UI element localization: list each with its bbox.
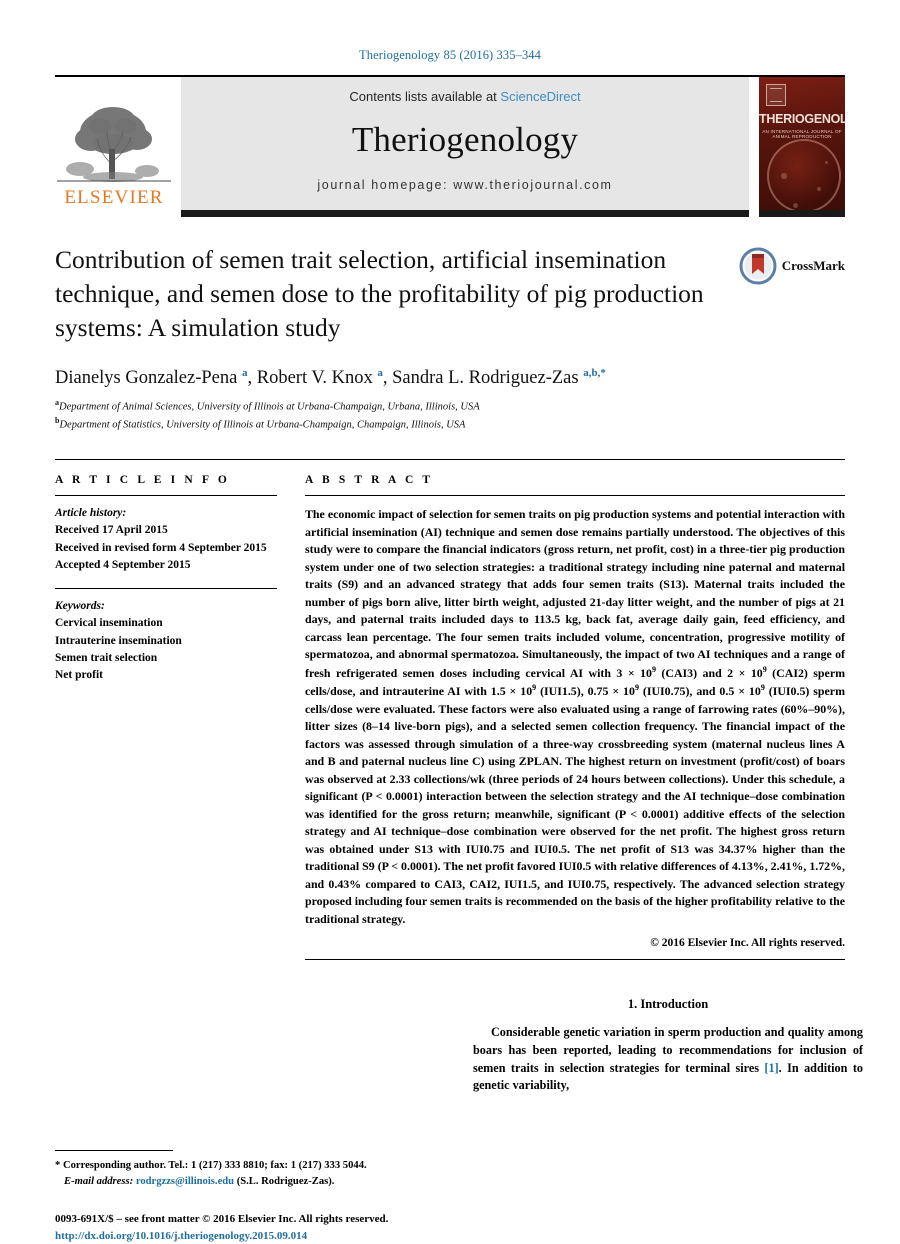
cover-subtitle: AN INTERNATIONAL JOURNAL OF ANIMAL REPRO… xyxy=(759,129,845,139)
elsevier-tree-icon xyxy=(55,99,173,185)
elsevier-logo: ELSEVIER xyxy=(55,77,173,217)
keyword-item: Semen trait selection xyxy=(55,650,277,667)
journal-title: Theriogenology xyxy=(352,120,578,160)
page-title: Contribution of semen trait selection, a… xyxy=(55,243,715,345)
contents-prefix: Contents lists available at xyxy=(349,89,496,104)
running-head: Theriogenology 85 (2016) 335–344 xyxy=(0,0,900,63)
article-history: Article history: Received 17 April 2015 … xyxy=(55,505,277,574)
body-columns: * Corresponding author. Tel.: 1 (217) 33… xyxy=(55,994,845,1244)
cover-badge-icon xyxy=(766,84,786,106)
divider xyxy=(305,959,845,960)
article-history-label: Article history: xyxy=(55,505,277,522)
contents-line: Contents lists available at ScienceDirec… xyxy=(349,89,580,104)
divider xyxy=(305,495,845,496)
corresponding-author-text: * Corresponding author. Tel.: 1 (217) 33… xyxy=(55,1160,367,1171)
journal-cover-thumbnail: THERIOGENOLOGY AN INTERNATIONAL JOURNAL … xyxy=(759,77,845,217)
elsevier-wordmark: ELSEVIER xyxy=(55,187,173,209)
cover-title: THERIOGENOLOGY xyxy=(759,113,845,126)
corresponding-author-note: * Corresponding author. Tel.: 1 (217) 33… xyxy=(55,1158,445,1189)
journal-banner: Contents lists available at ScienceDirec… xyxy=(181,77,749,217)
history-item: Accepted 4 September 2015 xyxy=(55,557,277,574)
article-info-column: A R T I C L E I N F O Article history: R… xyxy=(55,474,277,960)
author-list: Dianelys Gonzalez-Pena a, Robert V. Knox… xyxy=(55,367,845,389)
abstract-column: A B S T R A C T The economic impact of s… xyxy=(305,474,845,960)
history-item: Received 17 April 2015 xyxy=(55,522,277,539)
journal-homepage[interactable]: journal homepage: www.theriojournal.com xyxy=(317,178,612,192)
history-item: Received in revised form 4 September 201… xyxy=(55,540,277,557)
divider xyxy=(55,588,277,589)
crossmark-icon xyxy=(739,247,777,285)
introduction-paragraph: Considerable genetic variation in sperm … xyxy=(473,1024,863,1095)
title-block: Contribution of semen trait selection, a… xyxy=(55,243,845,433)
paper-page: Theriogenology 85 (2016) 335–344 xyxy=(0,0,900,1230)
affiliation-a: aDepartment of Animal Sciences, Universi… xyxy=(55,397,845,415)
affiliation-b: bDepartment of Statistics, University of… xyxy=(55,415,845,433)
issn-line: 0093-691X/$ – see front matter © 2016 El… xyxy=(55,1211,445,1228)
abstract-label: A B S T R A C T xyxy=(305,474,845,486)
divider xyxy=(55,495,277,496)
keyword-item: Intrauterine insemination xyxy=(55,633,277,650)
abstract-copyright: © 2016 Elsevier Inc. All rights reserved… xyxy=(305,937,845,949)
crossmark-badge[interactable]: CrossMark xyxy=(739,247,845,285)
keyword-item: Net profit xyxy=(55,667,277,684)
cover-circle-art xyxy=(767,139,841,213)
email-link[interactable]: rodrgzzs@illinois.edu xyxy=(136,1176,234,1187)
email-attribution: (S.L. Rodriguez-Zas). xyxy=(237,1176,335,1187)
email-label: E-mail address: xyxy=(64,1176,133,1187)
left-column-footer: * Corresponding author. Tel.: 1 (217) 33… xyxy=(55,994,445,1244)
abstract-text: The economic impact of selection for sem… xyxy=(305,506,845,928)
journal-masthead: ELSEVIER Contents lists available at Sci… xyxy=(55,75,845,217)
issn-block: 0093-691X/$ – see front matter © 2016 El… xyxy=(55,1211,445,1244)
crossmark-label: CrossMark xyxy=(782,258,845,274)
right-column-intro: 1. Introduction Considerable genetic var… xyxy=(473,994,863,1244)
article-info-label: A R T I C L E I N F O xyxy=(55,474,277,486)
introduction-heading: 1. Introduction xyxy=(473,997,863,1012)
keyword-item: Cervical insemination xyxy=(55,615,277,632)
info-abstract-section: A R T I C L E I N F O Article history: R… xyxy=(55,459,845,960)
sciencedirect-link[interactable]: ScienceDirect xyxy=(500,89,580,104)
footnote-divider xyxy=(55,1150,173,1151)
keywords-block: Keywords: Cervical insemination Intraute… xyxy=(55,598,277,684)
keywords-label: Keywords: xyxy=(55,598,277,615)
